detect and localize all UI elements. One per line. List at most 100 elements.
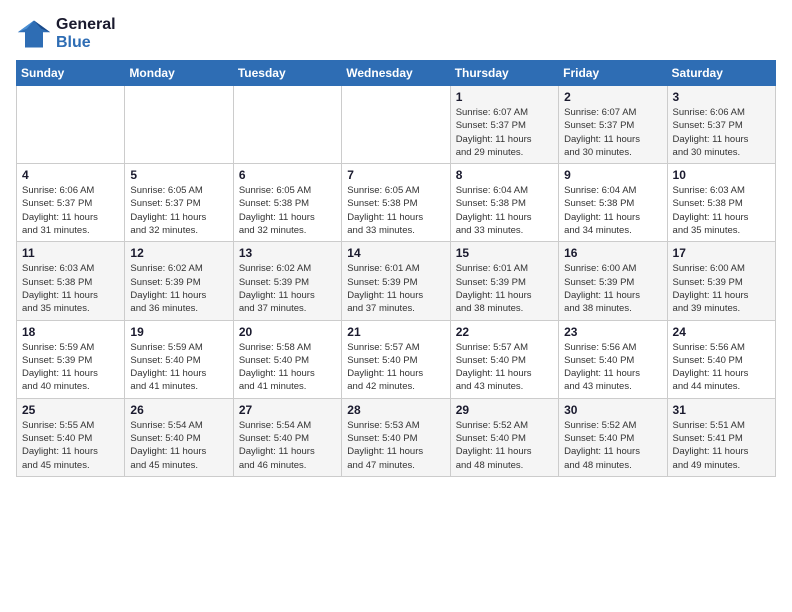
- calendar-day-cell: 25 Sunrise: 5:55 AM Sunset: 5:40 PM Dayli…: [17, 398, 125, 476]
- day-info: Sunrise: 6:05 AM Sunset: 5:37 PM Dayligh…: [130, 184, 227, 237]
- day-info: Sunrise: 5:54 AM Sunset: 5:40 PM Dayligh…: [239, 419, 336, 472]
- day-number: 9: [564, 168, 661, 182]
- day-number: 29: [456, 403, 553, 417]
- calendar-day-cell: 28Sunrise: 5:53 AM Sunset: 5:40 PM Dayli…: [342, 398, 450, 476]
- calendar-day-cell: 6 Sunrise: 6:05 AM Sunset: 5:38 PM Daylig…: [233, 164, 341, 242]
- day-number: 5: [130, 168, 227, 182]
- calendar-header-row: SundayMondayTuesdayWednesdayThursdayFrid…: [17, 61, 776, 86]
- calendar-day-cell: 15 Sunrise: 6:01 AM Sunset: 5:39 PM Dayli…: [450, 242, 558, 320]
- day-info: Sunrise: 5:54 AM Sunset: 5:40 PM Dayligh…: [130, 419, 227, 472]
- day-info: Sunrise: 6:05 AM Sunset: 5:38 PM Dayligh…: [347, 184, 444, 237]
- calendar-empty-cell: [125, 86, 233, 164]
- day-info: Sunrise: 6:01 AM Sunset: 5:39 PM Dayligh…: [456, 262, 553, 315]
- day-info: Sunrise: 5:52 AM Sunset: 5:40 PM Dayligh…: [456, 419, 553, 472]
- day-number: 16: [564, 246, 661, 260]
- day-info: Sunrise: 6:05 AM Sunset: 5:38 PM Dayligh…: [239, 184, 336, 237]
- calendar-week-row: 11Sunrise: 6:03 AM Sunset: 5:38 PM Dayli…: [17, 242, 776, 320]
- day-number: 30: [564, 403, 661, 417]
- calendar-day-cell: 31 Sunrise: 5:51 AM Sunset: 5:41 PM Dayli…: [667, 398, 775, 476]
- calendar-day-cell: 10Sunrise: 6:03 AM Sunset: 5:38 PM Dayli…: [667, 164, 775, 242]
- calendar-day-cell: 29 Sunrise: 5:52 AM Sunset: 5:40 PM Dayli…: [450, 398, 558, 476]
- day-number: 15: [456, 246, 553, 260]
- page-header: General Blue: [16, 16, 776, 52]
- day-info: Sunrise: 6:00 AM Sunset: 5:39 PM Dayligh…: [564, 262, 661, 315]
- calendar-day-cell: 12Sunrise: 6:02 AM Sunset: 5:39 PM Dayli…: [125, 242, 233, 320]
- day-info: Sunrise: 5:55 AM Sunset: 5:40 PM Dayligh…: [22, 419, 119, 472]
- day-info: Sunrise: 6:02 AM Sunset: 5:39 PM Dayligh…: [239, 262, 336, 315]
- calendar-week-row: 25 Sunrise: 5:55 AM Sunset: 5:40 PM Dayli…: [17, 398, 776, 476]
- weekday-header-monday: Monday: [125, 61, 233, 86]
- calendar-day-cell: 1 Sunrise: 6:07 AM Sunset: 5:37 PM Daylig…: [450, 86, 558, 164]
- day-number: 10: [673, 168, 770, 182]
- calendar-day-cell: 27 Sunrise: 5:54 AM Sunset: 5:40 PM Dayli…: [233, 398, 341, 476]
- weekday-header-thursday: Thursday: [450, 61, 558, 86]
- day-number: 23: [564, 325, 661, 339]
- weekday-header-tuesday: Tuesday: [233, 61, 341, 86]
- day-info: Sunrise: 5:57 AM Sunset: 5:40 PM Dayligh…: [456, 341, 553, 394]
- day-info: Sunrise: 6:06 AM Sunset: 5:37 PM Dayligh…: [22, 184, 119, 237]
- day-info: Sunrise: 5:57 AM Sunset: 5:40 PM Dayligh…: [347, 341, 444, 394]
- calendar-day-cell: 9 Sunrise: 6:04 AM Sunset: 5:38 PM Daylig…: [559, 164, 667, 242]
- day-number: 11: [22, 246, 119, 260]
- day-info: Sunrise: 5:52 AM Sunset: 5:40 PM Dayligh…: [564, 419, 661, 472]
- calendar-day-cell: 24 Sunrise: 5:56 AM Sunset: 5:40 PM Dayli…: [667, 320, 775, 398]
- day-number: 2: [564, 90, 661, 104]
- calendar-empty-cell: [17, 86, 125, 164]
- day-number: 18: [22, 325, 119, 339]
- weekday-header-wednesday: Wednesday: [342, 61, 450, 86]
- calendar-table: SundayMondayTuesdayWednesdayThursdayFrid…: [16, 60, 776, 477]
- calendar-day-cell: 8 Sunrise: 6:04 AM Sunset: 5:38 PM Daylig…: [450, 164, 558, 242]
- day-number: 3: [673, 90, 770, 104]
- logo-text: General Blue: [56, 16, 116, 52]
- day-number: 31: [673, 403, 770, 417]
- day-info: Sunrise: 6:07 AM Sunset: 5:37 PM Dayligh…: [456, 106, 553, 159]
- calendar-week-row: 18 Sunrise: 5:59 AM Sunset: 5:39 PM Dayli…: [17, 320, 776, 398]
- calendar-day-cell: 26 Sunrise: 5:54 AM Sunset: 5:40 PM Dayli…: [125, 398, 233, 476]
- logo-icon: [16, 16, 52, 52]
- day-number: 20: [239, 325, 336, 339]
- calendar-day-cell: 22 Sunrise: 5:57 AM Sunset: 5:40 PM Dayli…: [450, 320, 558, 398]
- day-info: Sunrise: 5:59 AM Sunset: 5:40 PM Dayligh…: [130, 341, 227, 394]
- calendar-day-cell: 14Sunrise: 6:01 AM Sunset: 5:39 PM Dayli…: [342, 242, 450, 320]
- calendar-day-cell: 3 Sunrise: 6:06 AM Sunset: 5:37 PM Daylig…: [667, 86, 775, 164]
- day-info: Sunrise: 5:56 AM Sunset: 5:40 PM Dayligh…: [673, 341, 770, 394]
- calendar-day-cell: 23 Sunrise: 5:56 AM Sunset: 5:40 PM Dayli…: [559, 320, 667, 398]
- day-number: 21: [347, 325, 444, 339]
- logo: General Blue: [16, 16, 116, 52]
- calendar-empty-cell: [342, 86, 450, 164]
- day-info: Sunrise: 5:53 AM Sunset: 5:40 PM Dayligh…: [347, 419, 444, 472]
- calendar-day-cell: 5 Sunrise: 6:05 AM Sunset: 5:37 PM Daylig…: [125, 164, 233, 242]
- day-number: 19: [130, 325, 227, 339]
- day-info: Sunrise: 6:04 AM Sunset: 5:38 PM Dayligh…: [456, 184, 553, 237]
- calendar-day-cell: 16 Sunrise: 6:00 AM Sunset: 5:39 PM Dayli…: [559, 242, 667, 320]
- calendar-day-cell: 20Sunrise: 5:58 AM Sunset: 5:40 PM Dayli…: [233, 320, 341, 398]
- day-number: 24: [673, 325, 770, 339]
- day-number: 1: [456, 90, 553, 104]
- calendar-day-cell: 30 Sunrise: 5:52 AM Sunset: 5:40 PM Dayli…: [559, 398, 667, 476]
- day-number: 26: [130, 403, 227, 417]
- weekday-header-saturday: Saturday: [667, 61, 775, 86]
- day-number: 7: [347, 168, 444, 182]
- day-number: 27: [239, 403, 336, 417]
- day-info: Sunrise: 6:06 AM Sunset: 5:37 PM Dayligh…: [673, 106, 770, 159]
- weekday-header-friday: Friday: [559, 61, 667, 86]
- calendar-day-cell: 4Sunrise: 6:06 AM Sunset: 5:37 PM Daylig…: [17, 164, 125, 242]
- day-number: 8: [456, 168, 553, 182]
- calendar-day-cell: 21 Sunrise: 5:57 AM Sunset: 5:40 PM Dayli…: [342, 320, 450, 398]
- day-info: Sunrise: 6:02 AM Sunset: 5:39 PM Dayligh…: [130, 262, 227, 315]
- calendar-empty-cell: [233, 86, 341, 164]
- day-number: 25: [22, 403, 119, 417]
- day-info: Sunrise: 6:00 AM Sunset: 5:39 PM Dayligh…: [673, 262, 770, 315]
- calendar-day-cell: 17 Sunrise: 6:00 AM Sunset: 5:39 PM Dayli…: [667, 242, 775, 320]
- day-number: 14: [347, 246, 444, 260]
- day-number: 17: [673, 246, 770, 260]
- calendar-week-row: 4Sunrise: 6:06 AM Sunset: 5:37 PM Daylig…: [17, 164, 776, 242]
- day-info: Sunrise: 5:51 AM Sunset: 5:41 PM Dayligh…: [673, 419, 770, 472]
- day-number: 22: [456, 325, 553, 339]
- day-info: Sunrise: 5:56 AM Sunset: 5:40 PM Dayligh…: [564, 341, 661, 394]
- calendar-day-cell: 19 Sunrise: 5:59 AM Sunset: 5:40 PM Dayli…: [125, 320, 233, 398]
- calendar-day-cell: 2Sunrise: 6:07 AM Sunset: 5:37 PM Daylig…: [559, 86, 667, 164]
- day-info: Sunrise: 5:59 AM Sunset: 5:39 PM Dayligh…: [22, 341, 119, 394]
- day-info: Sunrise: 6:04 AM Sunset: 5:38 PM Dayligh…: [564, 184, 661, 237]
- day-number: 6: [239, 168, 336, 182]
